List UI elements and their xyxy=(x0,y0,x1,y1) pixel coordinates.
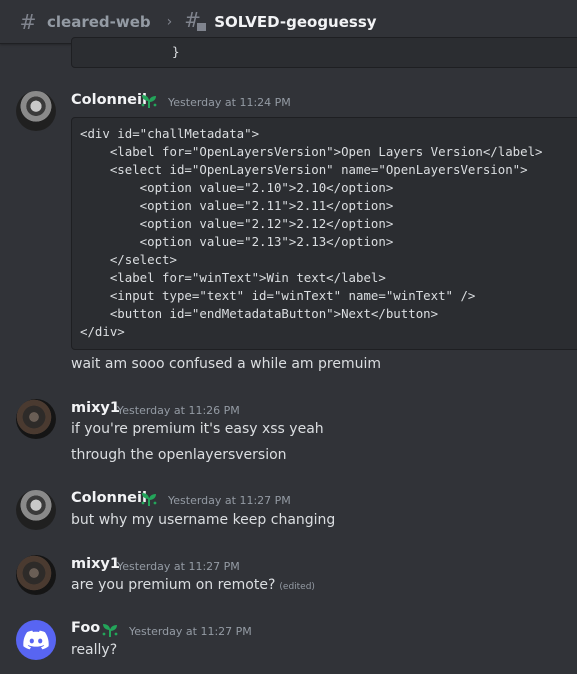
chevron-right-icon: › xyxy=(166,13,173,30)
sprout-badge-icon xyxy=(102,624,118,637)
message-timestamp[interactable]: Yesterday at 11:27 PM xyxy=(168,494,291,507)
message-text: but why my username keep changing xyxy=(71,512,336,528)
discord-logo-icon xyxy=(23,630,49,650)
edited-tag: (edited) xyxy=(279,582,315,592)
avatar[interactable] xyxy=(16,620,56,660)
previous-code-block: } xyxy=(71,37,577,68)
avatar[interactable] xyxy=(16,399,56,439)
author-name[interactable]: Foo xyxy=(71,620,100,636)
message-text: really? xyxy=(71,642,118,658)
message-timestamp[interactable]: Yesterday at 11:27 PM xyxy=(129,625,252,638)
message-body: are you premium on remote? xyxy=(71,577,276,593)
breadcrumb-channel[interactable]: cleared-web xyxy=(47,13,151,31)
author-name[interactable]: mixy1 xyxy=(71,556,120,572)
code-block: <div id="challMetadata"> <label for="Ope… xyxy=(71,117,577,350)
message-text: wait am sooo confused a while am premuim xyxy=(71,356,381,372)
channel-hash-icon: # xyxy=(19,9,37,34)
thread-icon: # xyxy=(184,8,209,33)
avatar[interactable] xyxy=(16,490,56,530)
sprout-badge-icon xyxy=(141,493,157,506)
author-name[interactable]: Colonneil xyxy=(71,92,147,108)
message-timestamp[interactable]: Yesterday at 11:24 PM xyxy=(168,96,291,109)
avatar[interactable] xyxy=(16,91,56,131)
message-timestamp[interactable]: Yesterday at 11:27 PM xyxy=(117,560,240,573)
author-name[interactable]: Colonneil xyxy=(71,490,147,506)
message-text: if you're premium it's easy xss yeah xyxy=(71,421,324,437)
code-text: } xyxy=(172,44,180,59)
message-text: through the openlayersversion xyxy=(71,447,287,463)
sprout-badge-icon xyxy=(141,95,157,108)
message-timestamp[interactable]: Yesterday at 11:26 PM xyxy=(117,404,240,417)
breadcrumb-thread: SOLVED-geoguessy xyxy=(214,12,377,31)
avatar[interactable] xyxy=(16,555,56,595)
message-text: are you premium on remote? (edited) xyxy=(71,577,315,593)
code-text: <div id="challMetadata"> <label for="Ope… xyxy=(80,126,543,339)
author-name[interactable]: mixy1 xyxy=(71,400,120,416)
